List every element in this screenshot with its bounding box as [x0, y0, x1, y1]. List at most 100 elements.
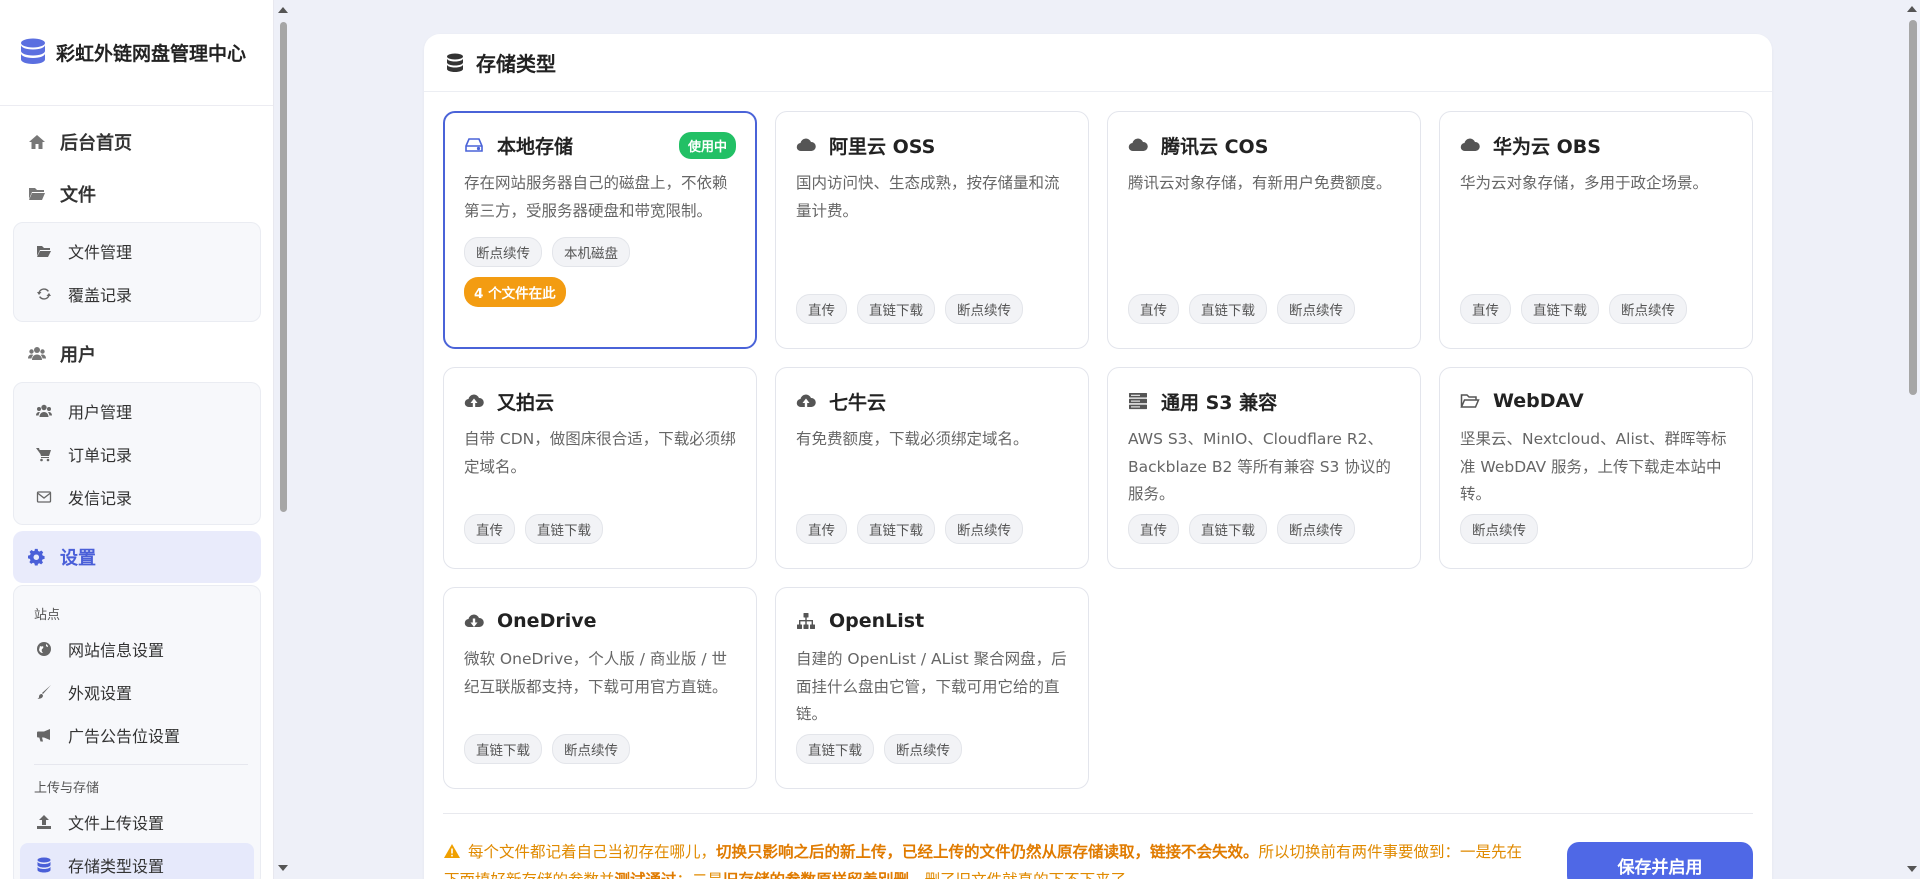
- sidebar-item-label: 广告公告位设置: [68, 726, 181, 746]
- sidebar-item-order-records[interactable]: 订单记录: [14, 432, 260, 475]
- brand-title: 彩虹外链网盘管理中心: [56, 43, 247, 65]
- in-use-badge: 使用中: [678, 131, 736, 159]
- sidebar-item-site-info[interactable]: 网站信息设置: [14, 627, 260, 670]
- sidebar-item-appearance[interactable]: 外观设置: [14, 670, 260, 713]
- feature-tag: 直链下载: [857, 294, 935, 324]
- feature-tag: 直链下载: [796, 734, 874, 764]
- card-tags: 直传 直链下载 断点续传: [1128, 294, 1355, 324]
- storage-card-webdav[interactable]: WebDAV 坚果云、Nextcloud、Alist、群晖等标准 WebDAV …: [1439, 367, 1753, 569]
- feature-tag: 断点续传: [552, 734, 630, 764]
- sidebar-item-dashboard[interactable]: 后台首页: [13, 116, 261, 168]
- globe-icon: [37, 641, 51, 656]
- sidebar-item-mail-records[interactable]: 发信记录: [14, 475, 260, 518]
- storage-card-tencent-cos[interactable]: 腾讯云 COS 腾讯云对象存储，有新用户免费额度。 直传 直链下载 断点续传: [1107, 111, 1421, 349]
- storage-card-qiniu[interactable]: 七牛云 有免费额度，下载必须绑定域名。 直传 直链下载 断点续传: [775, 367, 1089, 569]
- feature-tag: 直链下载: [857, 514, 935, 544]
- card-description: 自带 CDN，做图床很合适，下载必须绑定域名。: [464, 430, 736, 476]
- sidebar-item-label: 文件: [60, 185, 96, 206]
- card-title: 本地存储: [497, 135, 574, 158]
- users-icon: [28, 347, 46, 360]
- scroll-up-arrow-icon[interactable]: [278, 7, 288, 13]
- cloud-icon: [1460, 138, 1480, 152]
- feature-tag: 断点续传: [945, 514, 1023, 544]
- card-header: 华为云 OBS: [1460, 130, 1732, 160]
- divider: [443, 813, 1753, 814]
- warning-icon: [444, 844, 460, 858]
- storage-card-upyun[interactable]: 又拍云 自带 CDN，做图床很合适，下载必须绑定域名。 直传 直链下载: [443, 367, 757, 569]
- storage-card-grid: 本地存储 使用中 存在网站服务器自己的磁盘上，不依赖第三方，受服务器硬盘和带宽限…: [443, 111, 1753, 789]
- sidebar-nav: 后台首页 文件 文件管理 覆盖记录 用户 用户管理 订单记录 发信记录 设置 站…: [0, 106, 273, 879]
- scrollbar-thumb[interactable]: [280, 22, 287, 512]
- home-icon: [29, 135, 45, 149]
- storage-card-local[interactable]: 本地存储 使用中 存在网站服务器自己的磁盘上，不依赖第三方，受服务器硬盘和带宽限…: [443, 111, 757, 349]
- notice-text: ；二是: [677, 871, 724, 879]
- card-header: 阿里云 OSS: [796, 130, 1068, 160]
- feature-tag: 断点续传: [464, 237, 542, 267]
- database-icon: [37, 857, 51, 872]
- card-tags: 直链下载 断点续传: [796, 734, 962, 764]
- sidebar: 彩虹外链网盘管理中心 后台首页 文件 文件管理 覆盖记录 用户 用户管理 订单记…: [0, 0, 274, 879]
- sidebar-item-ads-notices[interactable]: 广告公告位设置: [14, 713, 260, 756]
- divider: [34, 764, 248, 765]
- card-header: 又拍云: [464, 386, 736, 416]
- sidebar-item-storage-type[interactable]: 存储类型设置: [20, 843, 254, 879]
- cloud-download-icon: [464, 614, 484, 628]
- card-title: WebDAV: [1493, 390, 1584, 412]
- card-description: 华为云对象存储，多用于政企场景。: [1460, 174, 1709, 192]
- sidebar-item-overwrite-records[interactable]: 覆盖记录: [14, 272, 260, 315]
- panel-header: 存储类型: [424, 34, 1772, 92]
- sidebar-scrollbar[interactable]: [276, 0, 290, 879]
- feature-tag: 直链下载: [1189, 294, 1267, 324]
- users-submenu: 用户管理 订单记录 发信记录: [13, 382, 261, 525]
- card-title: 七牛云: [829, 391, 887, 414]
- storage-card-aliyun-oss[interactable]: 阿里云 OSS 国内访问快、生态成熟，按存储量和流量计费。 直传 直链下载 断点…: [775, 111, 1089, 349]
- storage-card-openlist[interactable]: OpenList 自建的 OpenList / AList 聚合网盘，后面挂什么…: [775, 587, 1089, 789]
- storage-card-s3-compatible[interactable]: 通用 S3 兼容 AWS S3、MinIO、Cloudflare R2、Back…: [1107, 367, 1421, 569]
- sidebar-item-upload-settings[interactable]: 文件上传设置: [14, 800, 260, 843]
- feature-tag: 直链下载: [1521, 294, 1599, 324]
- scroll-down-arrow-icon[interactable]: [278, 865, 288, 871]
- page-scrollbar[interactable]: [1904, 0, 1920, 879]
- sidebar-item-settings[interactable]: 设置: [13, 531, 261, 583]
- feature-tag: 断点续传: [1277, 514, 1355, 544]
- upload-icon: [37, 814, 51, 829]
- card-tags: 断点续传 本机磁盘: [464, 237, 736, 267]
- scroll-up-arrow-icon[interactable]: [1907, 6, 1917, 12]
- brush-icon: [37, 684, 51, 699]
- scroll-down-arrow-icon[interactable]: [1907, 866, 1917, 872]
- cloud-icon: [796, 138, 816, 152]
- sidebar-item-label: 用户管理: [68, 402, 133, 422]
- card-tags: 直传 直链下载: [464, 514, 603, 544]
- notice-text: ，删了旧文件就真的下不下来了。: [909, 871, 1142, 879]
- sidebar-item-file-management[interactable]: 文件管理: [14, 229, 260, 272]
- megaphone-icon: [37, 728, 50, 741]
- save-and-enable-button[interactable]: 保存并启用: [1567, 842, 1753, 879]
- sidebar-item-label: 网站信息设置: [68, 640, 165, 660]
- card-header: 七牛云: [796, 386, 1068, 416]
- sidebar-item-files[interactable]: 文件: [13, 168, 261, 220]
- envelope-icon: [36, 490, 52, 503]
- sidebar-item-users[interactable]: 用户: [13, 328, 261, 380]
- sidebar-item-label: 存储类型设置: [68, 856, 165, 876]
- notice-emphasis: 切换只影响之后的新上传，已经上传的文件仍然从原存储读取，链接不会失效。: [716, 843, 1259, 861]
- feature-tag: 直传: [464, 514, 515, 544]
- card-tags: 直传 直链下载 断点续传: [1460, 294, 1687, 324]
- card-description: AWS S3、MinIO、Cloudflare R2、Backblaze B2 …: [1128, 430, 1391, 503]
- refresh-icon: [37, 287, 51, 300]
- storage-card-onedrive[interactable]: OneDrive 微软 OneDrive，个人版 / 商业版 / 世纪互联版都支…: [443, 587, 757, 789]
- card-tags: 直链下载 断点续传: [464, 734, 630, 764]
- upload-group-label: 上传与存储: [34, 781, 100, 796]
- folder-open-icon: [1460, 394, 1480, 408]
- card-tags: 直传 直链下载 断点续传: [796, 514, 1023, 544]
- sidebar-item-user-management[interactable]: 用户管理: [14, 389, 260, 432]
- sidebar-item-label: 覆盖记录: [68, 285, 133, 305]
- gear-icon: [28, 548, 45, 566]
- storage-card-huawei-obs[interactable]: 华为云 OBS 华为云对象存储，多用于政企场景。 直传 直链下载 断点续传: [1439, 111, 1753, 349]
- card-header: 通用 S3 兼容: [1128, 386, 1400, 416]
- brand[interactable]: 彩虹外链网盘管理中心: [0, 0, 273, 106]
- feature-tag: 断点续传: [945, 294, 1023, 324]
- card-header: 腾讯云 COS: [1128, 130, 1400, 160]
- feature-tag: 直传: [1128, 294, 1179, 324]
- card-description: 国内访问快、生态成熟，按存储量和流量计费。: [796, 174, 1060, 220]
- scrollbar-thumb[interactable]: [1909, 20, 1917, 395]
